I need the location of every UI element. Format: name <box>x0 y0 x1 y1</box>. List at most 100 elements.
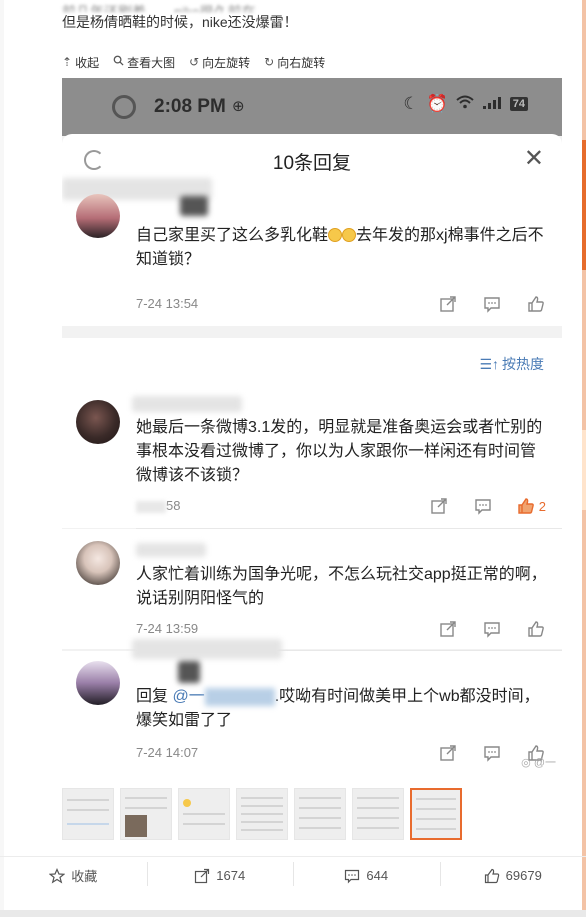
post-text-line: 但是杨倩晒鞋的时候，nike还没爆雷！ <box>62 14 298 30</box>
collapse-label: 收起 <box>75 55 100 70</box>
rotate-left-label: 向左旋转 <box>202 55 251 70</box>
reply-panel-title: 10条回复 <box>272 153 352 174</box>
blurred-username <box>132 639 282 659</box>
watermark-text: @一 <box>533 757 556 769</box>
emoji-icon <box>328 228 343 242</box>
comment-card: ☰↑ 按热度 她最后一条微博3.1发的，明显就是准备奥运会或者忙别的事根本没看过… <box>62 338 562 528</box>
comment-count: 644 <box>366 868 389 883</box>
post-text: 前几年还刷着……nike很久前在…… 但是杨倩晒鞋的时候，nike还没爆雷！ <box>62 2 562 32</box>
comment-icon[interactable] <box>482 619 502 639</box>
collapse-icon: ⇡ <box>62 55 73 69</box>
phone-status-bar: 2:08 PM ⊕ ☾ ⏰ 74 <box>62 78 562 136</box>
screenshot-image[interactable]: 2:08 PM ⊕ ☾ ⏰ 74 10条回复 ✕ 自己家里买了这么多乳化鞋 去年… <box>62 78 562 778</box>
comment-card: 回复 @一 .哎呦有时间做美甲上个wb都没时间，爆笑如雷了了 7-24 14:07… <box>62 639 562 778</box>
thumbnail-photo <box>125 815 147 837</box>
rotate-right-label: 向右旋转 <box>277 55 326 70</box>
weibo-image-viewer: 前几年还刷着……nike很久前在…… 但是杨倩晒鞋的时候，nike还没爆雷！ ⇡… <box>0 0 586 917</box>
search-icon <box>113 55 124 69</box>
blurred-username <box>136 543 206 557</box>
rotate-right-icon: ↻ <box>264 55 275 69</box>
share-icon[interactable] <box>429 496 449 516</box>
comment-icon[interactable] <box>473 496 493 516</box>
comment-actions <box>438 619 546 639</box>
thumbnail[interactable] <box>120 788 172 840</box>
sort-icon: ☰↑ <box>479 355 499 372</box>
like-icon <box>484 868 499 883</box>
comment-button[interactable]: 644 <box>293 861 440 886</box>
blurred-username <box>132 396 242 412</box>
watermark: ◎ @一 <box>521 754 556 770</box>
thumbnail[interactable] <box>352 788 404 840</box>
mention-link[interactable]: @一 <box>172 688 204 705</box>
comment-time: 7-24 13:54 <box>136 296 199 311</box>
blurred-username <box>180 196 208 216</box>
avatar[interactable] <box>76 661 120 705</box>
comment-time-text: 58 <box>166 498 181 513</box>
left-edge <box>0 0 4 917</box>
avatar[interactable] <box>76 194 120 238</box>
like-button[interactable]: 69679 <box>439 861 586 886</box>
sidebar-image <box>582 430 586 510</box>
collapse-button[interactable]: ⇡ 收起 <box>62 52 99 72</box>
thumbnail[interactable] <box>62 788 114 840</box>
network-icon: ⊕ <box>232 98 245 115</box>
rotate-left-button[interactable]: ↺ 向左旋转 <box>189 52 250 72</box>
phone-time: 2:08 PM <box>154 96 226 117</box>
comment-text: 人家忙着训练为国争光呢，不怎么玩社交app挺正常的啊，说话别阴阳怪气的 <box>136 566 547 607</box>
like-icon[interactable] <box>526 294 546 314</box>
signal-icon <box>482 94 502 114</box>
battery-indicator: 74 <box>509 97 528 111</box>
right-sidebar-edge <box>582 0 586 917</box>
reply-prefix: 回复 <box>136 688 169 705</box>
like-button-active[interactable]: 2 <box>517 496 546 516</box>
home-circle-icon <box>112 95 136 119</box>
thumbnail-emoji <box>183 799 191 807</box>
comment-icon[interactable] <box>482 294 502 314</box>
status-icons: ☾ ⏰ 74 <box>403 94 528 114</box>
thumbnail[interactable] <box>236 788 288 840</box>
comment-time: 58 <box>136 498 180 513</box>
view-large-label: 查看大图 <box>127 55 176 70</box>
favorite-label: 收藏 <box>71 869 98 884</box>
comment-text: 回复 @一 .哎呦有时间做美甲上个wb都没时间，爆笑如雷了了 <box>136 685 548 733</box>
comment-time: 7-24 13:59 <box>136 621 199 636</box>
sort-by-popularity[interactable]: ☰↑ 按热度 <box>479 354 544 374</box>
comment-card: 自己家里买了这么多乳化鞋 去年发的那xj棉事件之后不知道锁？ 7-24 13:54 <box>62 178 562 326</box>
comment-time: 7-24 14:07 <box>136 745 199 760</box>
thumbnail-strip <box>62 788 462 844</box>
bottom-edge <box>0 910 586 917</box>
emoji-icon <box>342 228 357 242</box>
repost-button[interactable]: 1674 <box>146 861 294 886</box>
blurred-date <box>136 500 166 513</box>
like-icon[interactable] <box>526 619 546 639</box>
comment-icon[interactable] <box>482 743 502 763</box>
comment-actions <box>438 294 546 314</box>
rotate-right-button[interactable]: ↻ 向右旋转 <box>264 52 325 72</box>
comment-text: 她最后一条微博3.1发的，明显就是准备奥运会或者忙别的事根本没看过微博了，你以为… <box>136 419 543 484</box>
repost-count: 1674 <box>216 868 246 883</box>
image-toolbar: ⇡ 收起 查看大图 ↺ 向左旋转 ↻ 向右旋转 <box>62 52 325 72</box>
thumbnail[interactable] <box>294 788 346 840</box>
blurred-username <box>178 661 200 683</box>
avatar[interactable] <box>76 541 120 585</box>
share-icon[interactable] <box>438 294 458 314</box>
rotate-left-icon: ↺ <box>189 55 200 69</box>
post-text-line-faded: 前几年还刷着……nike很久前在…… <box>62 4 284 12</box>
avatar[interactable] <box>76 400 120 444</box>
weibo-logo-icon: ◎ <box>521 757 531 769</box>
comment-text-part: 自己家里买了这么多乳化鞋 <box>136 227 329 244</box>
sidebar-image <box>582 140 586 270</box>
view-large-button[interactable]: 查看大图 <box>113 52 175 72</box>
like-count: 69679 <box>505 868 542 883</box>
comment-card: 人家忙着训练为国争光呢，不怎么玩社交app挺正常的啊，说话别阴阳怪气的 7-24… <box>62 529 562 649</box>
close-icon[interactable]: ✕ <box>524 144 544 173</box>
share-icon[interactable] <box>438 619 458 639</box>
favorite-button[interactable]: 收藏 <box>0 866 147 885</box>
like-count: 2 <box>538 498 546 514</box>
share-icon[interactable] <box>438 743 458 763</box>
thumbnail-active[interactable] <box>410 788 462 840</box>
moon-icon: ☾ <box>403 94 419 113</box>
thumbnail[interactable] <box>178 788 230 840</box>
comment-actions: 2 <box>429 496 546 516</box>
blurred-mention <box>204 687 275 706</box>
